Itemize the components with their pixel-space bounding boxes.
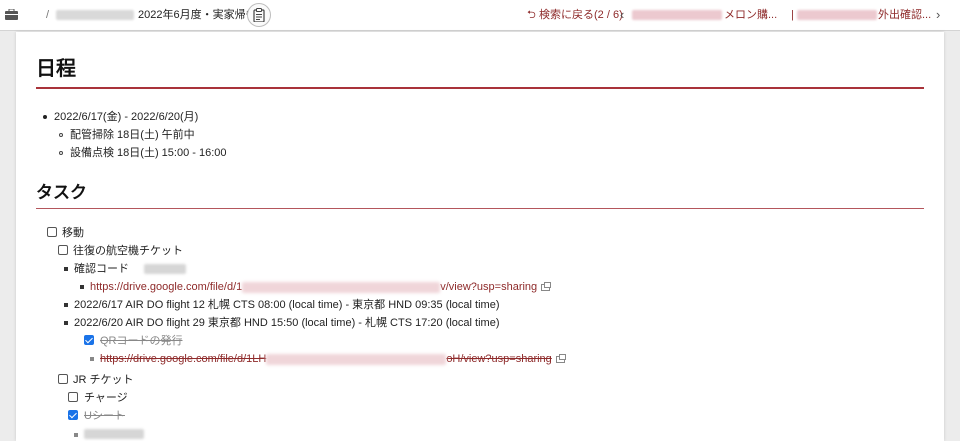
task-checkbox-qr[interactable] [84, 335, 94, 345]
bullet [64, 321, 68, 325]
note-document: 日程 2022/6/17(金) - 2022/6/20(月) 配管掃除 18日(… [16, 32, 944, 441]
task-label-jr: JR チケット [73, 374, 134, 386]
prev-note-redacted[interactable] [632, 10, 722, 20]
bullet [80, 285, 84, 289]
bullet [43, 115, 47, 119]
heading-rule [36, 208, 924, 209]
task-checkbox-move[interactable] [47, 227, 57, 237]
qr-link[interactable]: https://drive.google.com/file/d/1LH oH/vi… [100, 353, 552, 365]
external-link-icon[interactable] [555, 353, 566, 363]
bullet [74, 433, 78, 437]
bullet [59, 151, 63, 155]
bullet [90, 357, 94, 361]
top-bar: / 2022年6月度・実家帰省 ⮌ 検索に戻る(2 / 6) ‹ メロン購...… [0, 0, 960, 31]
chevron-right-icon[interactable]: › [936, 0, 940, 30]
ticket-link-row: https://drive.google.com/file/d/1 v/view?… [90, 280, 552, 294]
schedule-heading: 日程 [36, 58, 76, 80]
schedule-item: 配管掃除 18日(土) 午前中 [70, 129, 195, 141]
confirm-code-redacted [144, 264, 187, 275]
chevron-left-icon[interactable]: ‹ [620, 0, 624, 30]
link-redacted [242, 281, 441, 293]
task-label-flight: 往復の航空機チケット [73, 245, 183, 257]
breadcrumb-redacted [56, 10, 134, 20]
breadcrumb-separator: / [46, 9, 50, 21]
briefcase-icon[interactable] [5, 0, 19, 30]
back-arrow-icon[interactable]: ⮌ [527, 0, 536, 30]
next-note-separator: | [791, 9, 794, 21]
task-label-charge: チャージ [84, 392, 128, 404]
confirm-code-row: 確認コード [74, 262, 187, 276]
schedule-period: 2022/6/17(金) - 2022/6/20(月) [54, 111, 199, 123]
bullet [64, 267, 68, 271]
heading-rule [36, 87, 924, 89]
task-checkbox-flight[interactable] [58, 245, 68, 255]
prev-note-link[interactable]: メロン購... [724, 0, 777, 30]
qr-link-row: https://drive.google.com/file/d/1LH oH/vi… [100, 352, 566, 366]
confirm-code-label: 確認コード [74, 263, 129, 275]
clipboard-icon[interactable] [247, 3, 271, 27]
task-label-qr: QRコードの発行 [100, 335, 183, 347]
flight-outbound: 2022/6/17 AIR DO flight 12 札幌 CTS 08:00 … [74, 299, 500, 311]
next-note-redacted[interactable] [797, 10, 877, 20]
external-link-icon[interactable] [541, 281, 552, 291]
task-checkbox-charge[interactable] [68, 392, 78, 402]
page-title: 2022年6月度・実家帰省 [138, 9, 257, 21]
back-to-search-link[interactable]: 検索に戻る(2 / 6) [539, 0, 623, 30]
bullet [64, 303, 68, 307]
link-redacted [266, 353, 447, 365]
ticket-link[interactable]: https://drive.google.com/file/d/1 v/view?… [90, 281, 537, 293]
task-label-useat: Uシート [84, 410, 125, 422]
next-note-link[interactable]: 外出確認... [878, 0, 931, 30]
tasks-heading: タスク [36, 183, 87, 202]
bullet [59, 133, 63, 137]
task-checkbox-jr[interactable] [58, 374, 68, 384]
task-label-move: 移動 [62, 227, 84, 239]
schedule-item: 設備点検 18日(土) 15:00 - 16:00 [70, 147, 227, 159]
flight-return: 2022/6/20 AIR DO flight 29 東京都 HND 15:50… [74, 317, 500, 329]
task-checkbox-useat[interactable] [68, 410, 78, 420]
redacted-item [84, 429, 144, 439]
